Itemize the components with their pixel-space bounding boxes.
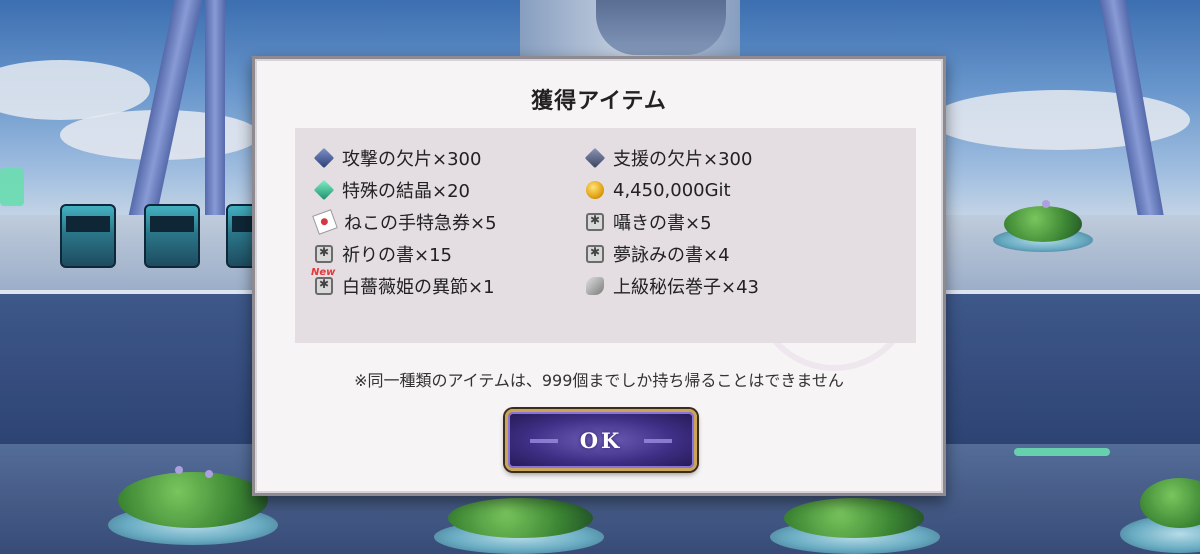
- gold-coin-icon: [586, 181, 604, 199]
- special-crystal-icon: [313, 179, 335, 201]
- dialog-title: 獲得アイテム: [531, 88, 667, 114]
- item-label: 攻撃の欠片×300: [342, 149, 482, 170]
- item-label: ねこの手特急券×5: [344, 213, 497, 234]
- button-ornament: [530, 439, 558, 443]
- prayer-book-icon: [315, 245, 333, 263]
- secret-scroll-icon: [586, 277, 604, 295]
- support-shard-icon: [584, 147, 606, 169]
- reward-dialog: 獲得アイテム 攻撃の欠片×300 特殊の結晶×20 ねこの手特急券×5 祈りの書…: [252, 56, 946, 496]
- attack-shard-icon: [313, 147, 335, 169]
- list-item: 4,450,000Git: [586, 176, 731, 204]
- ok-button-label: OK: [579, 427, 623, 453]
- list-item: 攻撃の欠片×300: [313, 144, 482, 172]
- list-item: 祈りの書×15: [315, 240, 452, 268]
- dream-book-icon: [586, 245, 604, 263]
- limit-note: ※同一種類のアイテムは、999個までしか持ち帰ることはできません: [354, 371, 844, 390]
- item-label: 夢詠みの書×4: [613, 245, 730, 266]
- ok-button[interactable]: OK: [505, 409, 697, 471]
- cat-ticket-icon: [312, 209, 338, 235]
- item-list-panel: 攻撃の欠片×300 特殊の結晶×20 ねこの手特急券×5 祈りの書×15 New…: [295, 128, 916, 343]
- item-label: 祈りの書×15: [342, 245, 452, 266]
- item-label: 特殊の結晶×20: [342, 181, 470, 202]
- list-item: New 白薔薇姫の異節×1: [311, 267, 495, 300]
- list-item: 囁きの書×5: [586, 208, 712, 236]
- list-item: 支援の欠片×300: [584, 144, 753, 172]
- item-label: 4,450,000Git: [613, 179, 731, 201]
- button-ornament: [644, 439, 672, 443]
- list-item: ねこの手特急券×5: [312, 208, 497, 236]
- item-label: 囁きの書×5: [613, 213, 712, 234]
- new-badge: New: [311, 267, 336, 278]
- list-item: 夢詠みの書×4: [586, 240, 730, 268]
- item-label: 白薔薇姫の異節×1: [342, 277, 495, 298]
- list-item: 特殊の結晶×20: [313, 176, 470, 204]
- list-item: 上級秘伝巻子×43: [586, 272, 759, 300]
- white-rose-book-icon: New: [311, 267, 335, 295]
- whisper-book-icon: [586, 213, 604, 231]
- item-label: 上級秘伝巻子×43: [613, 277, 759, 298]
- item-label: 支援の欠片×300: [613, 149, 753, 170]
